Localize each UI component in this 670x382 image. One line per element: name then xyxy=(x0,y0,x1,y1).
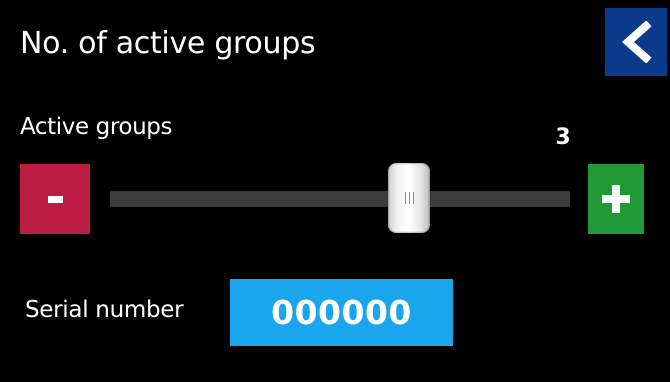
plus-icon xyxy=(602,185,630,213)
chevron-left-icon xyxy=(621,21,652,63)
slider-track[interactable] xyxy=(110,191,570,207)
slider-value: 3 xyxy=(555,125,571,150)
screen: No. of active groups Active groups 3 Ser… xyxy=(0,0,670,382)
grip-icon xyxy=(404,192,414,204)
back-button[interactable] xyxy=(605,8,667,76)
serial-number-field[interactable]: 000000 xyxy=(230,279,453,346)
increase-button[interactable] xyxy=(588,164,644,234)
active-groups-label: Active groups xyxy=(20,114,173,140)
serial-number-label: Serial number xyxy=(25,297,184,323)
minus-icon xyxy=(47,195,63,203)
page-title: No. of active groups xyxy=(20,26,316,61)
slider-thumb[interactable] xyxy=(388,163,430,233)
decrease-button[interactable] xyxy=(20,164,90,234)
